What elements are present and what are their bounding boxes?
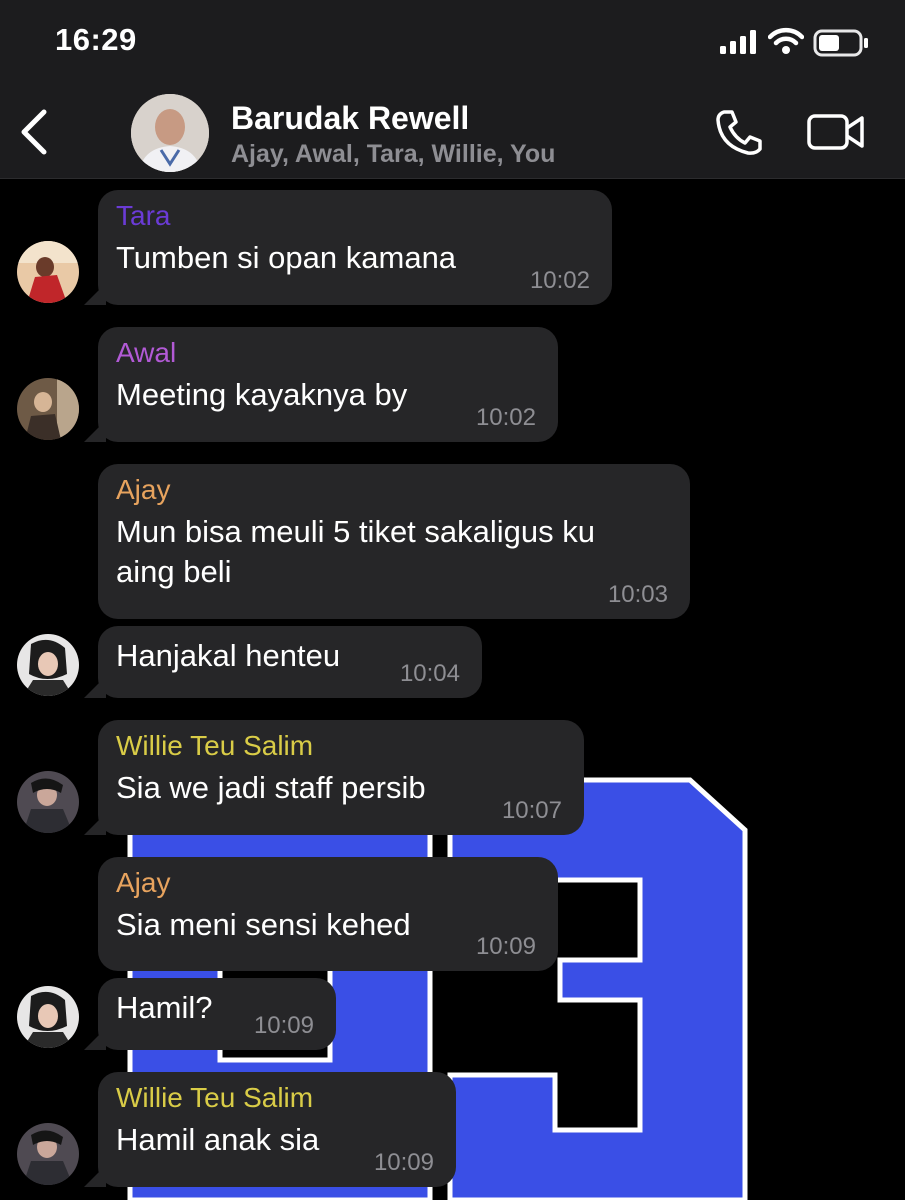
chat-members[interactable]: Ajay, Awal, Tara, Willie, You [231, 140, 555, 169]
message-bubble[interactable]: Willie Teu Salim Sia we jadi staff persi… [84, 720, 584, 835]
message-text: Hanjakal henteu [116, 638, 341, 673]
message-row: Willie Teu Salim Hamil anak sia 10:09 [0, 1072, 905, 1187]
message-bubble[interactable]: Awal Meeting kayaknya by 10:02 [84, 327, 558, 442]
phone-icon[interactable] [712, 108, 764, 156]
message-text: Hamil anak sia [116, 1122, 320, 1157]
avatar-ajay[interactable] [17, 634, 79, 696]
message-text: Hamil? [116, 990, 213, 1025]
person-photo-icon [17, 1123, 79, 1185]
sender-name: Awal [116, 337, 177, 368]
person-photo-icon [17, 378, 79, 440]
chat-title[interactable]: Barudak Rewell [231, 100, 469, 137]
message-text: Tumben si opan kamana [116, 240, 457, 275]
sender-name: Ajay [116, 867, 171, 898]
wifi-icon [768, 27, 804, 54]
message-bubble[interactable]: Willie Teu Salim Hamil anak sia 10:09 [84, 1072, 456, 1187]
sender-name: Tara [116, 200, 171, 231]
message-time: 10:07 [501, 797, 562, 824]
message-row: Willie Teu Salim Sia we jadi staff persi… [0, 720, 905, 835]
chevron-left-icon[interactable] [16, 108, 52, 156]
cellular-signal-icon [720, 30, 756, 54]
message-time: 10:09 [475, 933, 536, 960]
message-bubble[interactable]: Ajay Sia meni sensi kehed 10:09 [98, 857, 558, 971]
person-photo-icon [17, 771, 79, 833]
person-photo-icon [131, 94, 209, 172]
message-row: Ajay Sia meni sensi kehed 10:09 [0, 857, 905, 971]
message-text: Sia meni sensi kehed [116, 907, 411, 942]
message-bubble[interactable]: Hamil? 10:09 [84, 978, 336, 1050]
message-text: Mun bisa meuli 5 tiket sakaligus ku aing… [116, 514, 596, 589]
battery-icon [813, 29, 868, 57]
message-row: Hamil? 10:09 [0, 978, 905, 1050]
message-text: Meeting kayaknya by [116, 377, 408, 412]
sender-name: Willie Teu Salim [116, 1082, 314, 1113]
message-bubble[interactable]: Hanjakal henteu 10:04 [84, 626, 482, 698]
person-photo-icon [17, 634, 79, 696]
message-bubble[interactable]: Ajay Mun bisa meuli 5 tiket sakaligus ku… [98, 464, 690, 619]
message-time: 10:04 [399, 660, 460, 687]
chat-header: 16:29 Barudak Rewell Ajay, Awal, Tara, W… [0, 0, 905, 179]
group-avatar[interactable] [131, 94, 209, 172]
video-camera-icon[interactable] [806, 113, 866, 151]
avatar-tara[interactable] [17, 241, 79, 303]
avatar-willie[interactable] [17, 1123, 79, 1185]
message-time: 10:09 [373, 1149, 434, 1176]
message-time: 10:02 [529, 267, 590, 294]
avatar-awal[interactable] [17, 378, 79, 440]
sender-name: Ajay [116, 474, 171, 505]
message-text: Sia we jadi staff persib [116, 770, 426, 805]
message-time: 10:03 [607, 581, 668, 608]
message-time: 10:02 [475, 404, 536, 431]
message-bubble[interactable]: Tara Tumben si opan kamana 10:02 [84, 190, 612, 305]
sender-name: Willie Teu Salim [116, 730, 314, 761]
message-row: Hanjakal henteu 10:04 [0, 626, 905, 698]
message-row: Awal Meeting kayaknya by 10:02 [0, 327, 905, 442]
avatar-willie[interactable] [17, 771, 79, 833]
avatar-ajay[interactable] [17, 986, 79, 1048]
message-row: Ajay Mun bisa meuli 5 tiket sakaligus ku… [0, 464, 905, 619]
person-photo-icon [17, 986, 79, 1048]
message-time: 10:09 [253, 1012, 314, 1039]
person-photo-icon [17, 241, 79, 303]
message-row: Tara Tumben si opan kamana 10:02 [0, 190, 905, 305]
status-time: 16:29 [55, 22, 137, 57]
